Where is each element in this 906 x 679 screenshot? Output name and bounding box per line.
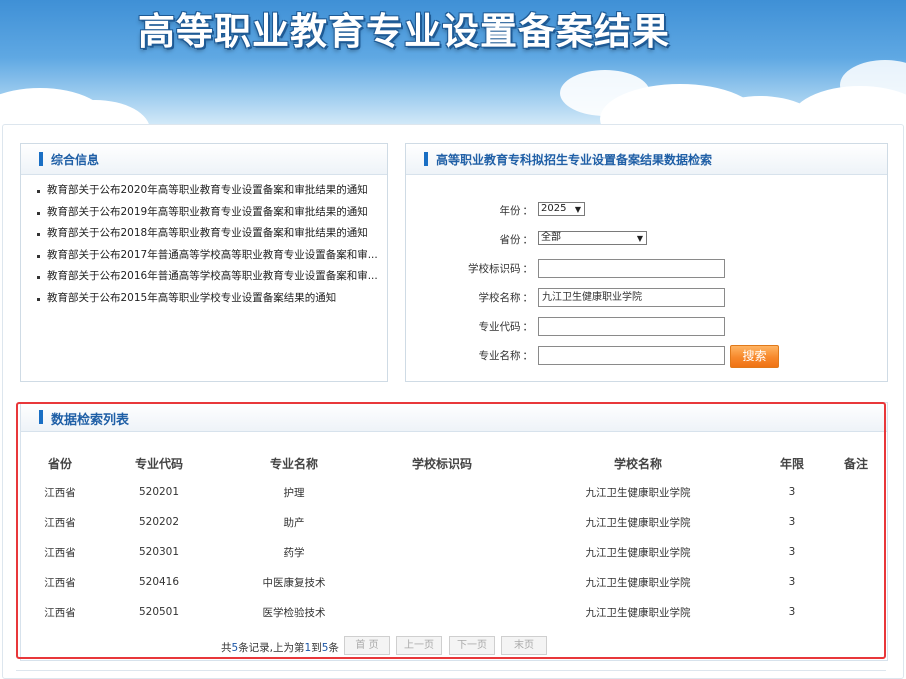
- news-item-link[interactable]: 教育部关于公布2018年高等职业教育专业设置备案和审批结果的通知: [47, 227, 368, 239]
- province-select[interactable]: 全部 ▼: [538, 231, 647, 245]
- province-row: 省份： 全部 ▼: [406, 229, 887, 251]
- header-banner: 高等职业教育专业设置备案结果: [0, 0, 906, 128]
- news-item-link[interactable]: 教育部关于公布2017年普通高等学校高等职业教育专业设置备案和审...: [47, 249, 378, 261]
- bullet-icon: [37, 190, 40, 193]
- divider: [16, 670, 886, 671]
- search-panel: 高等职业教育专科拟招生专业设置备案结果数据检索 年份： 2025 ▼ 省份： 全部…: [405, 143, 888, 382]
- news-item-link[interactable]: 教育部关于公布2020年高等职业教育专业设置备案和审批结果的通知: [47, 184, 368, 196]
- major-name-row: 专业名称： 搜索: [406, 345, 887, 368]
- chevron-down-icon: ▼: [636, 234, 643, 243]
- news-item[interactable]: 教育部关于公布2017年普通高等学校高等职业教育专业设置备案和审...: [37, 245, 385, 267]
- news-item[interactable]: 教育部关于公布2015年高等职业学校专业设置备案结果的通知: [37, 288, 385, 310]
- chevron-down-icon: ▼: [574, 205, 581, 214]
- major-name-input[interactable]: [538, 346, 725, 365]
- news-list: 教育部关于公布2020年高等职业教育专业设置备案和审批结果的通知 教育部关于公布…: [37, 180, 385, 309]
- major-name-label: 专业名称：: [478, 350, 534, 362]
- major-code-input[interactable]: [538, 317, 725, 336]
- school-name-row: 学校名称： 九江卫生健康职业学院: [406, 287, 887, 309]
- news-item[interactable]: 教育部关于公布2019年高等职业教育专业设置备案和审批结果的通知: [37, 202, 385, 224]
- news-panel-title: 综合信息: [51, 153, 100, 167]
- province-label: 省份：: [499, 234, 534, 246]
- bullet-icon: [37, 254, 40, 258]
- bullet-icon: [37, 276, 40, 279]
- results-highlight-frame: [16, 402, 886, 659]
- bullet-icon: [37, 211, 40, 215]
- major-code-row: 专业代码：: [406, 316, 887, 338]
- school-id-label: 学校标识码：: [468, 263, 533, 275]
- title-accent-bar: [424, 152, 428, 166]
- bullet-icon: [37, 297, 40, 301]
- school-id-input[interactable]: [538, 259, 725, 278]
- page-title: 高等职业教育专业设置备案结果: [138, 10, 670, 53]
- year-select[interactable]: 2025 ▼: [538, 202, 585, 216]
- search-button[interactable]: 搜索: [730, 345, 779, 368]
- news-item-link[interactable]: 教育部关于公布2019年高等职业教育专业设置备案和审批结果的通知: [47, 206, 368, 218]
- year-label: 年份：: [499, 205, 534, 217]
- bullet-icon: [37, 233, 40, 236]
- news-panel-header: 综合信息: [21, 144, 387, 175]
- school-name-input[interactable]: 九江卫生健康职业学院: [538, 288, 725, 307]
- school-name-label: 学校名称：: [478, 292, 534, 304]
- search-panel-title: 高等职业教育专科拟招生专业设置备案结果数据检索: [436, 153, 713, 167]
- year-row: 年份： 2025 ▼: [406, 200, 887, 222]
- search-panel-header: 高等职业教育专科拟招生专业设置备案结果数据检索: [406, 144, 887, 175]
- news-panel: 综合信息 教育部关于公布2020年高等职业教育专业设置备案和审批结果的通知 教育…: [20, 143, 388, 382]
- news-item-link[interactable]: 教育部关于公布2016年普通高等学校高等职业教育专业设置备案和审...: [47, 270, 378, 282]
- news-item-link[interactable]: 教育部关于公布2015年高等职业学校专业设置备案结果的通知: [47, 292, 336, 304]
- news-item[interactable]: 教育部关于公布2018年高等职业教育专业设置备案和审批结果的通知: [37, 223, 385, 245]
- school-id-row: 学校标识码：: [406, 258, 887, 280]
- major-code-label: 专业代码：: [478, 321, 534, 333]
- news-item[interactable]: 教育部关于公布2020年高等职业教育专业设置备案和审批结果的通知: [37, 180, 385, 202]
- news-item[interactable]: 教育部关于公布2016年普通高等学校高等职业教育专业设置备案和审...: [37, 266, 385, 288]
- title-accent-bar: [39, 152, 43, 166]
